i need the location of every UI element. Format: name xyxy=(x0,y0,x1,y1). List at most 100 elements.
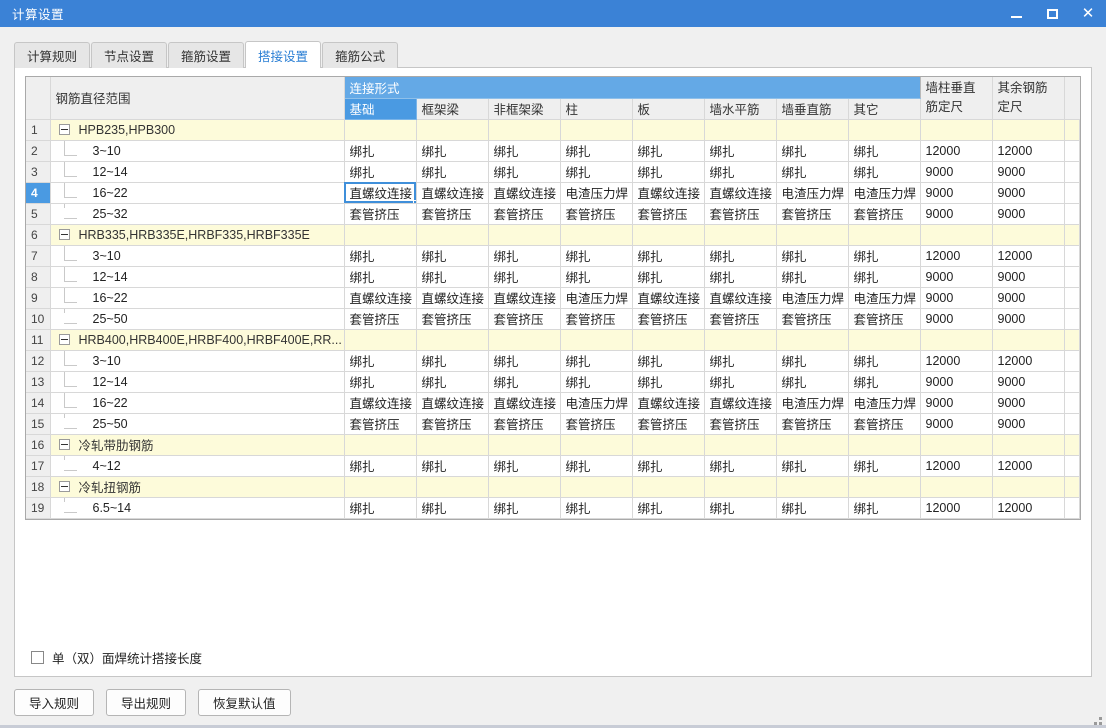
cell-c7[interactable] xyxy=(776,434,849,456)
cell-c8[interactable] xyxy=(848,476,921,498)
cell-c2[interactable] xyxy=(416,224,489,246)
cell-c3[interactable]: 绑扎 xyxy=(488,497,561,519)
cell-c4[interactable] xyxy=(560,329,633,351)
cell-d1[interactable]: 9000 xyxy=(920,413,993,435)
cell-c4[interactable]: 电渣压力焊 xyxy=(560,392,633,414)
cell-c6[interactable] xyxy=(704,119,777,141)
cell-d2[interactable] xyxy=(992,329,1065,351)
cell-c5[interactable]: 直螺纹连接 xyxy=(632,182,705,204)
row-number[interactable]: 7 xyxy=(26,245,51,267)
grid-row[interactable]: 10 25~50 套管挤压 套管挤压 套管挤压 套管挤压 套管挤压 套管挤压 套管挤压 套管挤压 9… xyxy=(26,308,1080,330)
cell-c4[interactable]: 绑扎 xyxy=(560,266,633,288)
cell-c1[interactable]: 套管挤压 xyxy=(344,203,417,225)
grid-row[interactable]: 2 3~10 绑扎 绑扎 绑扎 绑扎 绑扎 绑扎 绑扎 绑扎 12000 12000 xyxy=(26,140,1080,162)
cell-c3[interactable]: 绑扎 xyxy=(488,266,561,288)
cell-d2[interactable] xyxy=(992,119,1065,141)
cell-c5[interactable]: 绑扎 xyxy=(632,266,705,288)
cell-c2[interactable]: 绑扎 xyxy=(416,140,489,162)
cell-c7[interactable]: 套管挤压 xyxy=(776,203,849,225)
row-number[interactable]: 11 xyxy=(26,329,51,351)
cell-c3[interactable]: 套管挤压 xyxy=(488,308,561,330)
cell-c2[interactable]: 直螺纹连接 xyxy=(416,392,489,414)
rebar-diameter-range-cell[interactable]: 16~22 xyxy=(50,182,345,204)
cell-c1[interactable]: 直螺纹连接 xyxy=(344,392,417,414)
cell-c3[interactable] xyxy=(488,119,561,141)
row-number[interactable]: 13 xyxy=(26,371,51,393)
cell-c4[interactable]: 绑扎 xyxy=(560,455,633,477)
rebar-diameter-range-cell[interactable]: 4~12 xyxy=(50,455,345,477)
rebar-diameter-range-cell[interactable]: HRB335,HRB335E,HRBF335,HRBF335E xyxy=(50,224,345,246)
cell-c4[interactable] xyxy=(560,224,633,246)
row-number[interactable]: 5 xyxy=(26,203,51,225)
cell-c7[interactable]: 绑扎 xyxy=(776,497,849,519)
cell-d2[interactable]: 9000 xyxy=(992,161,1065,183)
cell-c3[interactable]: 绑扎 xyxy=(488,140,561,162)
cell-c2[interactable]: 绑扎 xyxy=(416,161,489,183)
cell-c8[interactable]: 套管挤压 xyxy=(848,413,921,435)
collapse-minus-icon[interactable] xyxy=(58,481,70,492)
cell-c2[interactable]: 绑扎 xyxy=(416,350,489,372)
cell-c6[interactable] xyxy=(704,434,777,456)
grid-row[interactable]: 14 16~22 直螺纹连接 直螺纹连接 直螺纹连接 电渣压力焊 直螺纹连接 直螺纹连接 电渣压… xyxy=(26,392,1080,414)
cell-d2[interactable]: 12000 xyxy=(992,140,1065,162)
cell-c4[interactable] xyxy=(560,476,633,498)
cell-c6[interactable]: 绑扎 xyxy=(704,455,777,477)
cell-c8[interactable]: 绑扎 xyxy=(848,371,921,393)
cell-c8[interactable] xyxy=(848,434,921,456)
maximize-button[interactable] xyxy=(1034,0,1070,27)
cell-d1[interactable]: 12000 xyxy=(920,245,993,267)
cell-c1[interactable]: 绑扎 xyxy=(344,497,417,519)
cell-d1[interactable]: 9000 xyxy=(920,161,993,183)
cell-c8[interactable]: 绑扎 xyxy=(848,161,921,183)
grid-group-row[interactable]: 1 HPB235,HPB300 xyxy=(26,119,1080,141)
cell-c1[interactable]: 直螺纹连接 xyxy=(344,182,417,204)
cell-c7[interactable]: 绑扎 xyxy=(776,371,849,393)
cell-c5[interactable]: 绑扎 xyxy=(632,371,705,393)
column-header-c7[interactable]: 墙垂直筋 xyxy=(776,98,849,120)
cell-c1[interactable] xyxy=(344,434,417,456)
cell-c7[interactable] xyxy=(776,119,849,141)
cell-c2[interactable]: 套管挤压 xyxy=(416,308,489,330)
cell-c3[interactable]: 直螺纹连接 xyxy=(488,392,561,414)
cell-c1[interactable]: 绑扎 xyxy=(344,245,417,267)
cell-d1[interactable] xyxy=(920,434,993,456)
column-header-name[interactable]: 钢筋直径范围 xyxy=(50,77,345,120)
cell-d1[interactable] xyxy=(920,329,993,351)
tab-3[interactable]: 搭接设置 xyxy=(245,41,322,68)
cell-c3[interactable]: 绑扎 xyxy=(488,161,561,183)
column-header-d1[interactable]: 墙柱垂直筋定尺 xyxy=(920,77,993,120)
cell-c1[interactable] xyxy=(344,119,417,141)
cell-c8[interactable]: 绑扎 xyxy=(848,455,921,477)
cell-d2[interactable] xyxy=(992,224,1065,246)
rebar-diameter-range-cell[interactable]: 25~50 xyxy=(50,308,345,330)
cell-c6[interactable]: 绑扎 xyxy=(704,245,777,267)
cell-c3[interactable] xyxy=(488,434,561,456)
export-rules-button[interactable]: 导出规则 xyxy=(106,689,187,716)
cell-d1[interactable]: 9000 xyxy=(920,392,993,414)
rebar-diameter-range-cell[interactable]: 16~22 xyxy=(50,392,345,414)
cell-c2[interactable]: 绑扎 xyxy=(416,266,489,288)
cell-d2[interactable]: 9000 xyxy=(992,266,1065,288)
cell-d2[interactable]: 9000 xyxy=(992,392,1065,414)
cell-c4[interactable]: 绑扎 xyxy=(560,497,633,519)
grid-row[interactable]: 5 25~32 套管挤压 套管挤压 套管挤压 套管挤压 套管挤压 套管挤压 套管挤压 套管挤压 90… xyxy=(26,203,1080,225)
grid-group-row[interactable]: 6 HRB335,HRB335E,HRBF335,HRBF335E xyxy=(26,224,1080,246)
cell-d2[interactable]: 9000 xyxy=(992,203,1065,225)
cell-c1[interactable]: 绑扎 xyxy=(344,161,417,183)
cell-c8[interactable]: 电渣压力焊 xyxy=(848,287,921,309)
close-button[interactable]: ✕ xyxy=(1070,0,1106,27)
cell-c3[interactable] xyxy=(488,476,561,498)
row-number[interactable]: 2 xyxy=(26,140,51,162)
cell-c6[interactable]: 直螺纹连接 xyxy=(704,392,777,414)
cell-c6[interactable] xyxy=(704,476,777,498)
cell-c6[interactable]: 绑扎 xyxy=(704,140,777,162)
cell-c6[interactable]: 套管挤压 xyxy=(704,203,777,225)
rebar-diameter-range-cell[interactable]: 25~32 xyxy=(50,203,345,225)
grid-row[interactable]: 19 6.5~14 绑扎 绑扎 绑扎 绑扎 绑扎 绑扎 绑扎 绑扎 12000 12000 xyxy=(26,497,1080,519)
cell-c7[interactable]: 绑扎 xyxy=(776,245,849,267)
cell-c8[interactable]: 电渣压力焊 xyxy=(848,182,921,204)
rebar-diameter-range-cell[interactable]: HRB400,HRB400E,HRBF400,HRBF400E,RR... xyxy=(50,329,345,351)
cell-d2[interactable]: 12000 xyxy=(992,455,1065,477)
cell-c1[interactable]: 绑扎 xyxy=(344,350,417,372)
row-number[interactable]: 10 xyxy=(26,308,51,330)
